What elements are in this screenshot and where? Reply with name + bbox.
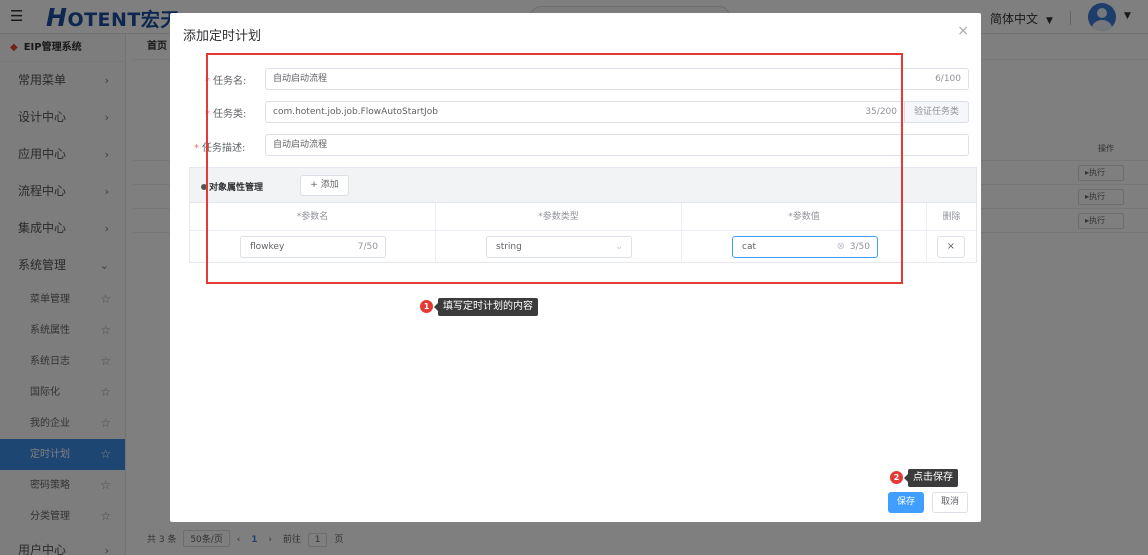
param-type-header: *参数类型 <box>436 203 682 231</box>
dialog-title: 添加定时计划 <box>183 29 262 44</box>
cancel-button[interactable]: 取消 <box>932 492 968 513</box>
callout-click-save: 点击保存 <box>904 469 958 487</box>
table-cell: string ⌄ <box>436 231 682 263</box>
param-name-header: *参数名 <box>190 203 436 231</box>
task-class-input[interactable]: com.hotent.job.job.FlowAutoStartJob 35/2… <box>265 101 905 123</box>
validate-class-button[interactable]: 验证任务类 <box>904 101 969 123</box>
save-button[interactable]: 保存 <box>888 492 924 513</box>
param-value-input[interactable]: cat ⊗ 3/50 <box>732 236 878 258</box>
char-count: 3/50 <box>849 242 870 252</box>
char-count: 7/50 <box>357 242 378 252</box>
property-panel-title: 对象属性管理 <box>201 180 263 193</box>
task-name-label: * 任务名: <box>205 76 247 87</box>
delete-row-button[interactable]: × <box>937 236 965 258</box>
table-cell: cat ⊗ 3/50 <box>682 231 927 263</box>
delete-header: 删除 <box>927 203 976 231</box>
param-value-header: *参数值 <box>682 203 927 231</box>
step-badge-2: 2 <box>890 471 903 484</box>
clear-icon[interactable]: ⊗ <box>837 237 845 257</box>
task-desc-label: * 任务描述: <box>194 143 246 154</box>
step-badge-1: 1 <box>420 300 433 313</box>
add-schedule-dialog: 添加定时计划 × * 任务名: 自动启动流程 6/100 * 任务类: com.ho… <box>170 13 981 522</box>
char-count: 35/200 <box>865 107 897 117</box>
add-property-button[interactable]: + 添加 <box>300 175 349 196</box>
param-type-select[interactable]: string ⌄ <box>486 236 632 258</box>
param-name-input[interactable]: flowkey 7/50 <box>240 236 386 258</box>
table-row: flowkey 7/50 <box>190 231 436 263</box>
close-icon[interactable]: × <box>957 23 969 39</box>
char-count: 6/100 <box>935 74 961 84</box>
task-name-input[interactable]: 自动启动流程 6/100 <box>265 68 969 90</box>
task-desc-input[interactable]: 自动启动流程 <box>265 134 969 156</box>
property-panel: 对象属性管理 + 添加 *参数名 *参数类型 *参数值 删除 flowkey 7… <box>189 167 977 263</box>
task-class-label: * 任务类: <box>205 109 247 120</box>
property-panel-header: 对象属性管理 + 添加 <box>190 168 976 203</box>
chevron-down-icon: ⌄ <box>615 242 623 252</box>
callout-fill-content: 填写定时计划的内容 <box>434 298 538 316</box>
